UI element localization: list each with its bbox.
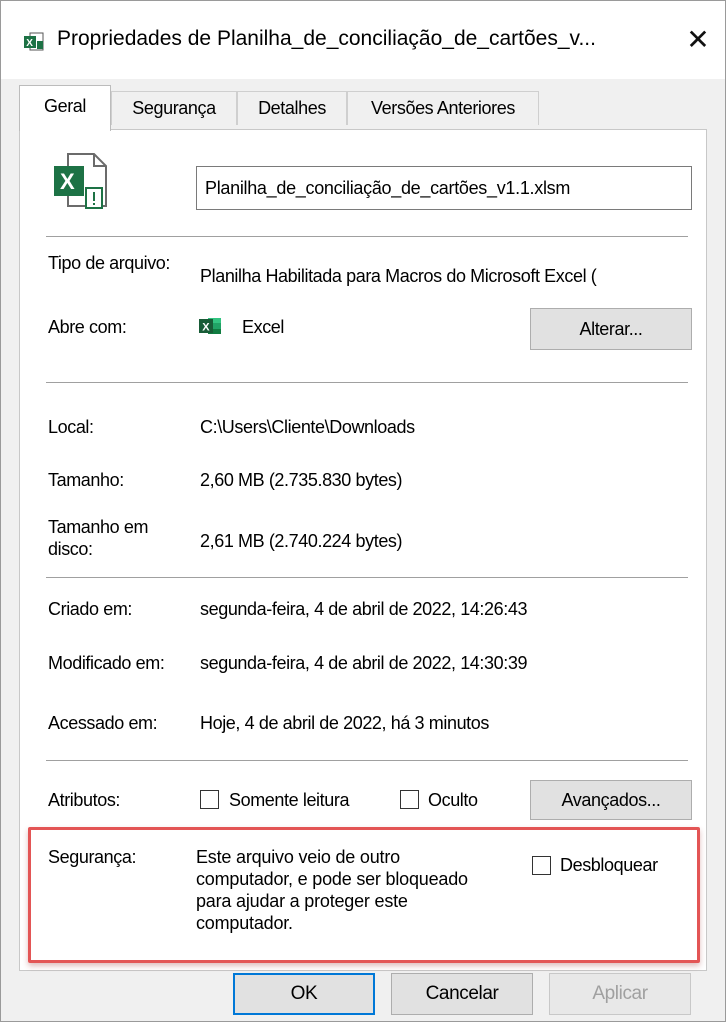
file-type-label: Tipo de arquivo: (48, 253, 171, 273)
location-value: C:\Users\Cliente\Downloads (200, 417, 415, 437)
filename-input[interactable]: Planilha_de_conciliação_de_cartões_v1.1.… (196, 166, 692, 210)
hidden-checkbox[interactable] (400, 790, 419, 809)
ok-button[interactable]: OK (233, 973, 375, 1015)
modified-label: Modificado em: (48, 653, 165, 673)
advanced-button[interactable]: Avançados... (530, 780, 692, 820)
excel-file-icon: X (24, 32, 44, 51)
window-title: Propriedades de Planilha_de_conciliação_… (57, 27, 596, 50)
title-bar: X Propriedades de Planilha_de_conciliaçã… (1, 1, 725, 79)
created-value: segunda-feira, 4 de abril de 2022, 14:26… (200, 599, 528, 619)
created-label: Criado em: (48, 599, 133, 619)
change-button[interactable]: Alterar... (530, 308, 692, 350)
size-value: 2,60 MB (2.735.830 bytes) (200, 470, 403, 490)
location-label: Local: (48, 417, 94, 437)
unblock-label[interactable]: Desbloquear (560, 854, 658, 876)
apply-button[interactable]: Aplicar (549, 973, 691, 1015)
properties-dialog: X Propriedades de Planilha_de_conciliaçã… (0, 0, 726, 1022)
opens-with-label: Abre com: (48, 317, 127, 337)
separator (46, 236, 688, 237)
cancel-button[interactable]: Cancelar (391, 973, 533, 1015)
separator (46, 382, 688, 383)
size-on-disk-label: Tamanho em disco: (48, 517, 149, 559)
excel-macro-file-icon: X (54, 153, 107, 209)
unblock-checkbox[interactable] (532, 856, 551, 875)
hidden-label[interactable]: Oculto (428, 789, 478, 811)
svg-text:X: X (202, 322, 210, 334)
svg-text:X: X (60, 169, 75, 194)
close-icon[interactable]: ✕ (673, 15, 723, 65)
tab-detalhes[interactable]: Detalhes (237, 91, 347, 125)
size-label: Tamanho: (48, 470, 124, 490)
separator (46, 760, 688, 761)
size-on-disk-value: 2,61 MB (2.740.224 bytes) (200, 531, 403, 551)
readonly-checkbox[interactable] (200, 790, 219, 809)
modified-value: segunda-feira, 4 de abril de 2022, 14:30… (200, 653, 528, 673)
tab-seguranca[interactable]: Segurança (111, 91, 237, 125)
separator (46, 577, 688, 578)
security-label: Segurança: (48, 847, 137, 867)
general-tab-panel: X Planilha_de_conciliação_de_cartões_v1.… (19, 129, 707, 971)
opens-with-value: Excel (242, 317, 285, 337)
file-type-value: Planilha Habilitada para Macros do Micro… (200, 266, 597, 286)
accessed-label: Acessado em: (48, 713, 158, 733)
svg-text:X: X (26, 38, 33, 49)
attributes-label: Atributos: (48, 790, 121, 810)
accessed-value: Hoje, 4 de abril de 2022, há 3 minutos (200, 713, 489, 733)
tab-geral[interactable]: Geral (19, 85, 111, 131)
tab-versoes-anteriores[interactable]: Versões Anteriores (347, 91, 539, 125)
readonly-label[interactable]: Somente leitura (229, 789, 349, 811)
excel-app-icon: X (199, 318, 221, 334)
security-warning-text: Este arquivo veio de outro computador, e… (196, 847, 468, 933)
